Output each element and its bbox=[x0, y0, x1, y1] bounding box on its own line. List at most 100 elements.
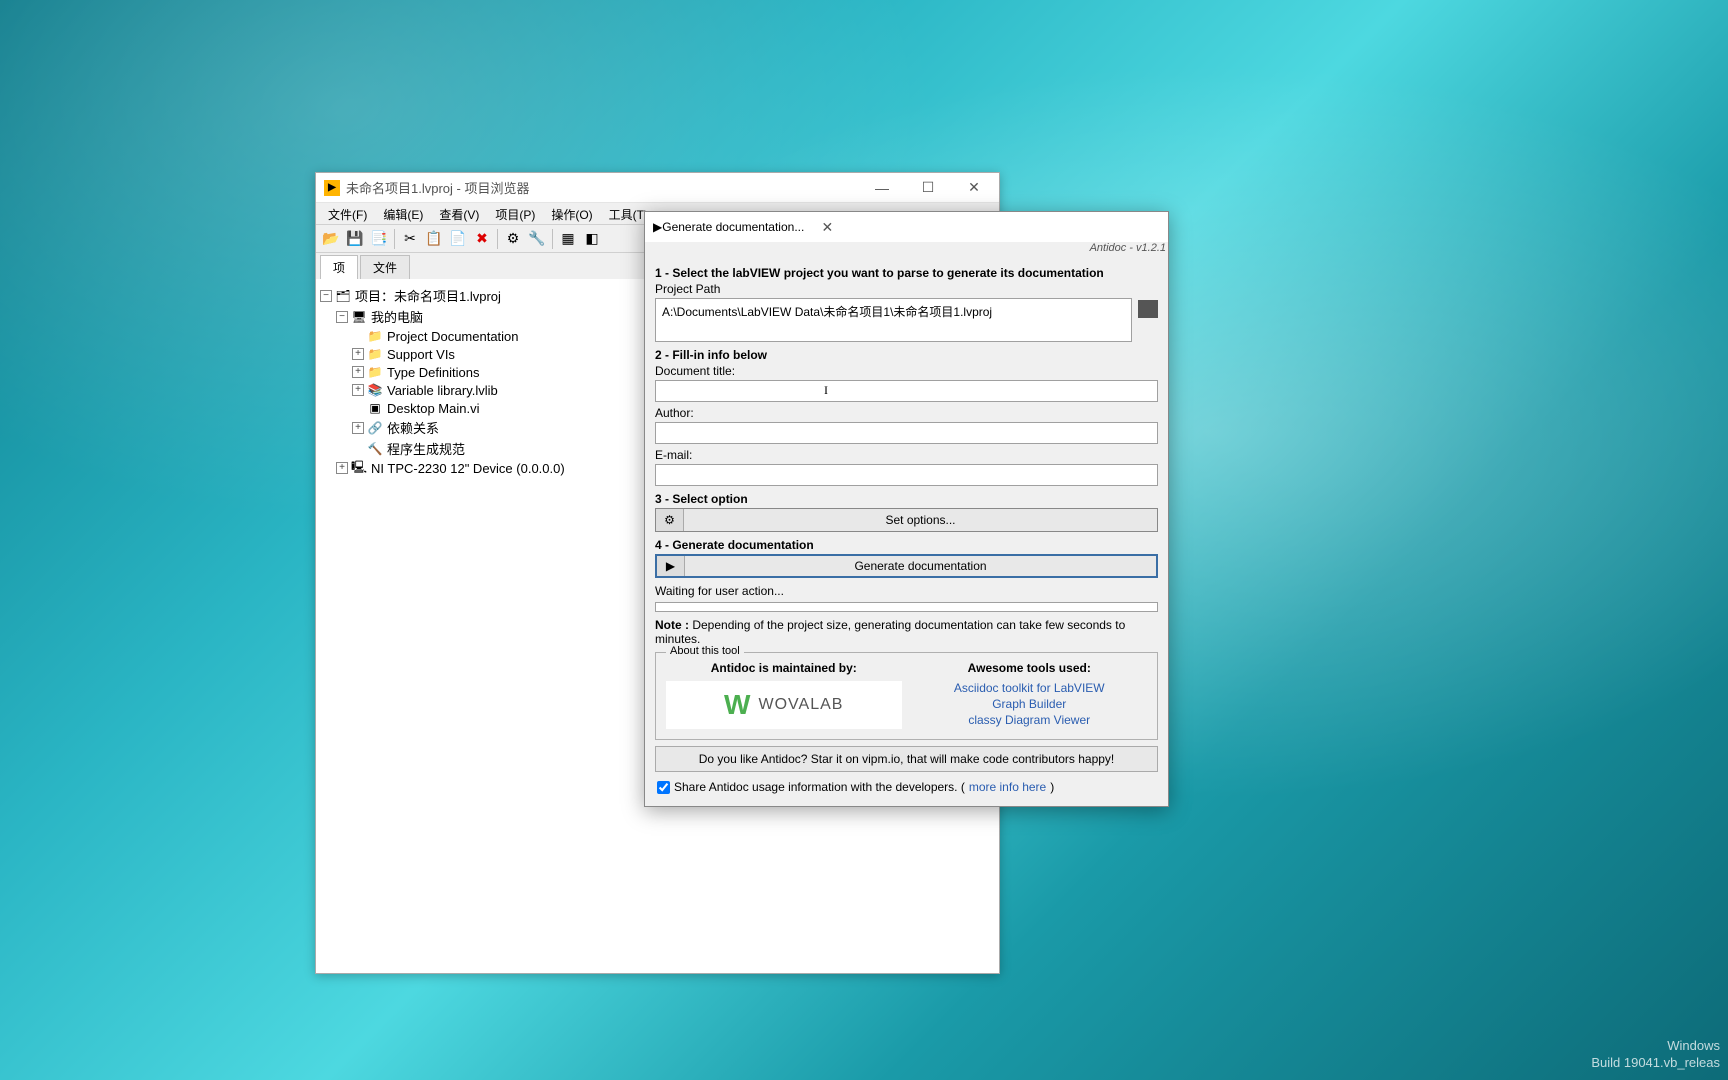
minimize-button[interactable]: — bbox=[859, 173, 905, 203]
set-options-label: Set options... bbox=[684, 509, 1157, 531]
share-row: Share Antidoc usage information with the… bbox=[655, 776, 1158, 798]
delete-icon[interactable]: ✖ bbox=[471, 228, 493, 250]
generate-button[interactable]: ▶ Generate documentation bbox=[655, 554, 1158, 578]
expand-icon[interactable]: + bbox=[352, 366, 364, 378]
menu-edit[interactable]: 编辑(E) bbox=[375, 203, 431, 224]
tree-label: Support VIs bbox=[387, 347, 455, 362]
status-text: Waiting for user action... bbox=[655, 584, 1158, 598]
menu-view[interactable]: 查看(V) bbox=[431, 203, 487, 224]
share-checkbox[interactable] bbox=[657, 781, 670, 794]
window-controls: — ☐ ✕ bbox=[859, 173, 997, 203]
saveall-icon[interactable]: 📑 bbox=[368, 228, 390, 250]
paste-icon[interactable]: 📄 bbox=[447, 228, 469, 250]
tab-files[interactable]: 文件 bbox=[360, 255, 410, 279]
tree-label: 我的电脑 bbox=[371, 307, 423, 326]
titlebar[interactable]: ▶ 未命名项目1.lvproj - 项目浏览器 — ☐ ✕ bbox=[316, 173, 999, 203]
tree-label: Type Definitions bbox=[387, 365, 480, 380]
set-options-button[interactable]: ⚙ Set options... bbox=[655, 508, 1158, 532]
vi-icon: ▣ bbox=[367, 400, 383, 416]
tab-items[interactable]: 项 bbox=[320, 255, 358, 279]
about-fieldset: About this tool Antidoc is maintained by… bbox=[655, 652, 1158, 740]
about-legend: About this tool bbox=[666, 645, 744, 657]
dependency-icon: 🔗 bbox=[367, 420, 383, 436]
step2-heading: 2 - Fill-in info below bbox=[655, 348, 1158, 362]
progress-bar bbox=[655, 602, 1158, 612]
note-label: Note : bbox=[655, 618, 689, 632]
version-label: Antidoc - v1.2.1 bbox=[645, 242, 1168, 256]
expand-icon[interactable]: + bbox=[352, 348, 364, 360]
menu-operate[interactable]: 操作(O) bbox=[543, 203, 600, 224]
star-button[interactable]: Do you like Antidoc? Star it on vipm.io,… bbox=[655, 746, 1158, 772]
author-input[interactable] bbox=[655, 422, 1158, 444]
menu-project[interactable]: 项目(P) bbox=[487, 203, 543, 224]
open-icon[interactable]: 📂 bbox=[320, 228, 342, 250]
email-label: E-mail: bbox=[655, 448, 1158, 462]
doc-title-input[interactable]: I bbox=[655, 380, 1158, 402]
expand-icon[interactable]: + bbox=[352, 422, 364, 434]
computer-icon: 🖥 bbox=[351, 309, 367, 325]
options-icon: ⚙ bbox=[656, 509, 684, 531]
note-text: Note : Depending of the project size, ge… bbox=[655, 618, 1158, 646]
maximize-button[interactable]: ☐ bbox=[905, 173, 951, 203]
folder-icon: 📁 bbox=[367, 346, 383, 362]
project-path-value: A:\Documents\LabVIEW Data\未命名项目1\未命名项目1.… bbox=[662, 305, 992, 319]
maintained-col: Antidoc is maintained by: W WOVALAB bbox=[666, 661, 902, 729]
step3-heading: 3 - Select option bbox=[655, 492, 1158, 506]
cut-icon[interactable]: ✂ bbox=[399, 228, 421, 250]
device-icon: 🖳 bbox=[351, 460, 367, 476]
windows-watermark: Windows Build 19041.vb_releas bbox=[1591, 1038, 1720, 1072]
tool3-icon[interactable]: ▦ bbox=[557, 228, 579, 250]
dialog-title: Generate documentation... bbox=[662, 220, 804, 234]
step4-heading: 4 - Generate documentation bbox=[655, 538, 1158, 552]
more-info-link[interactable]: more info here bbox=[969, 780, 1046, 794]
tree-label: NI TPC-2230 12" Device (0.0.0.0) bbox=[371, 461, 565, 476]
folder-icon: 📁 bbox=[367, 328, 383, 344]
tools-col: Awesome tools used: Asciidoc toolkit for… bbox=[912, 661, 1148, 729]
email-input[interactable] bbox=[655, 464, 1158, 486]
author-label: Author: bbox=[655, 406, 1158, 420]
tree-label: 项目：未命名项目1.lvproj bbox=[355, 286, 501, 305]
link-graphbuilder[interactable]: Graph Builder bbox=[912, 697, 1148, 711]
project-path-input[interactable]: A:\Documents\LabVIEW Data\未命名项目1\未命名项目1.… bbox=[655, 298, 1132, 342]
expand-icon[interactable]: − bbox=[320, 290, 332, 302]
tree-label: Desktop Main.vi bbox=[387, 401, 479, 416]
close-button[interactable]: ✕ bbox=[804, 212, 850, 242]
dialog-body: 1 - Select the labVIEW project you want … bbox=[645, 256, 1168, 806]
link-classydiagram[interactable]: classy Diagram Viewer bbox=[912, 713, 1148, 727]
tool2-icon[interactable]: 🔧 bbox=[526, 228, 548, 250]
tree-label: Project Documentation bbox=[387, 329, 519, 344]
antidoc-dialog: ▶ Generate documentation... ✕ Antidoc - … bbox=[644, 211, 1169, 807]
tree-label: 依赖关系 bbox=[387, 418, 439, 437]
share-text: Share Antidoc usage information with the… bbox=[674, 780, 965, 794]
tool1-icon[interactable]: ⚙ bbox=[502, 228, 524, 250]
labview-icon: ▶ bbox=[653, 220, 662, 234]
menu-file[interactable]: 文件(F) bbox=[320, 203, 375, 224]
dialog-titlebar[interactable]: ▶ Generate documentation... ✕ bbox=[645, 212, 1168, 242]
window-controls: ✕ bbox=[804, 212, 850, 242]
separator bbox=[552, 229, 553, 249]
build-icon: 🔨 bbox=[367, 441, 383, 457]
doc-title-label: Document title: bbox=[655, 364, 1158, 378]
close-button[interactable]: ✕ bbox=[951, 173, 997, 203]
tools-used-label: Awesome tools used: bbox=[912, 661, 1148, 675]
maintained-by-label: Antidoc is maintained by: bbox=[666, 661, 902, 675]
expand-icon[interactable]: − bbox=[336, 311, 348, 323]
tree-label: 程序生成规范 bbox=[387, 439, 465, 458]
expand-icon[interactable]: + bbox=[336, 462, 348, 474]
share-close: ) bbox=[1050, 780, 1054, 794]
wovalab-logo[interactable]: W WOVALAB bbox=[666, 681, 902, 729]
generate-label: Generate documentation bbox=[685, 556, 1156, 576]
expand-icon[interactable]: + bbox=[352, 384, 364, 396]
browse-icon[interactable] bbox=[1138, 300, 1158, 318]
note-body: Depending of the project size, generatin… bbox=[655, 618, 1125, 646]
step1-heading: 1 - Select the labVIEW project you want … bbox=[655, 266, 1158, 280]
link-asciidoc[interactable]: Asciidoc toolkit for LabVIEW bbox=[912, 681, 1148, 695]
folder-icon: 📁 bbox=[367, 364, 383, 380]
tool4-icon[interactable]: ◧ bbox=[581, 228, 603, 250]
save-icon[interactable]: 💾 bbox=[344, 228, 366, 250]
labview-icon: ▶ bbox=[324, 180, 340, 196]
copy-icon[interactable]: 📋 bbox=[423, 228, 445, 250]
tree-label: Variable library.lvlib bbox=[387, 383, 498, 398]
star-text: Do you like Antidoc? Star it on vipm.io,… bbox=[699, 752, 1115, 766]
project-path-label: Project Path bbox=[655, 282, 1158, 296]
